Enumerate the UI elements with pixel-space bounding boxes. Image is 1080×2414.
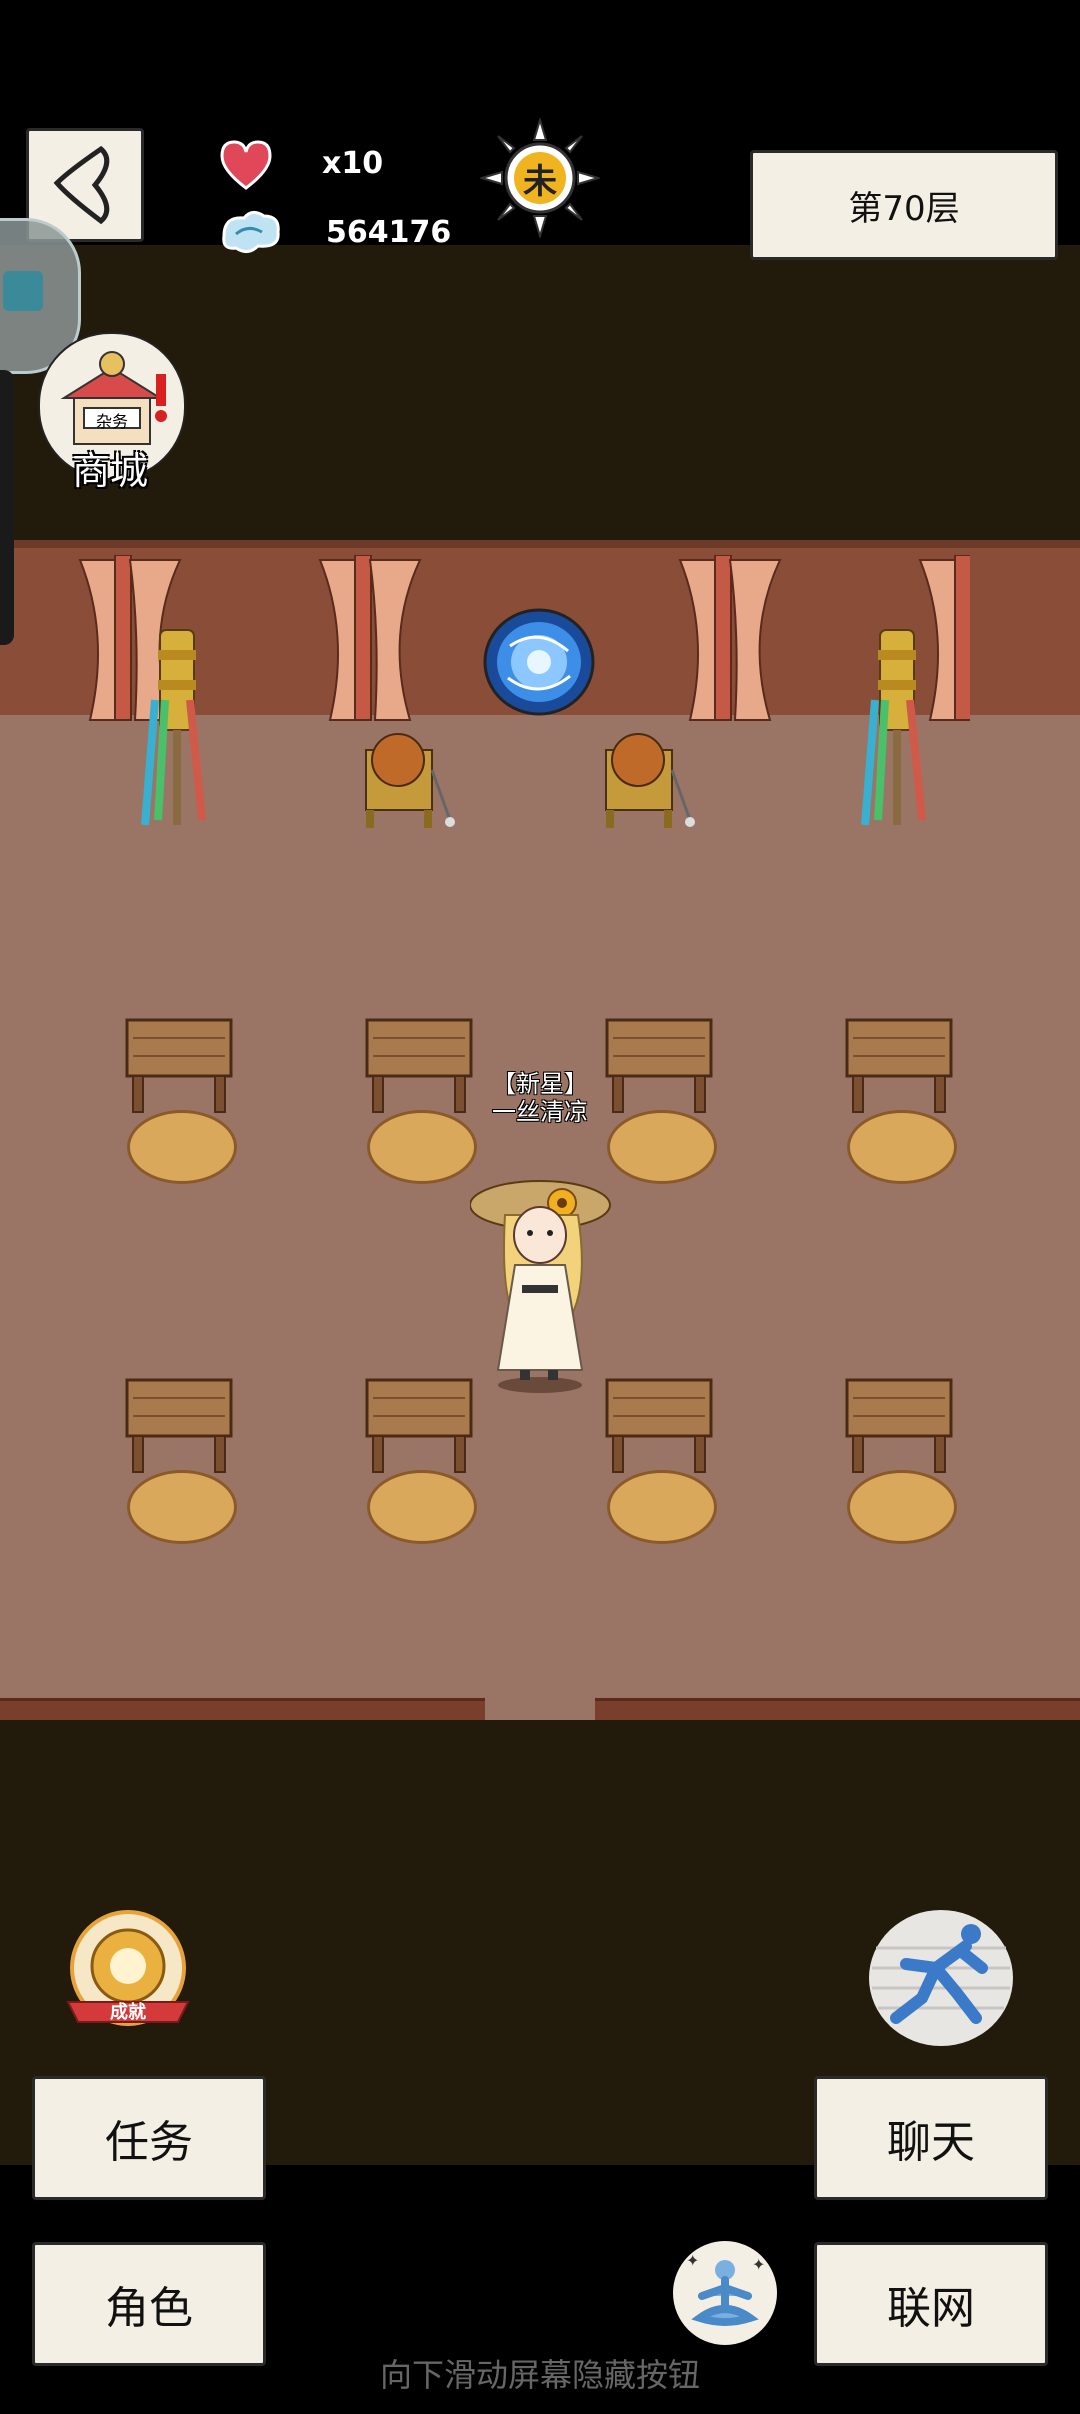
curtain-3 xyxy=(678,555,782,721)
low-table-5[interactable] xyxy=(125,1378,233,1476)
time-symbol: 未 xyxy=(523,162,557,202)
meditation-cushion-6[interactable] xyxy=(367,1470,477,1544)
prayer-wheel-left-icon xyxy=(141,629,206,826)
meditation-cushion-1[interactable] xyxy=(127,1110,237,1184)
svg-text:✦: ✦ xyxy=(752,2255,765,2274)
character-button[interactable]: 角色 xyxy=(32,2242,266,2366)
lives-count: x10 xyxy=(322,146,384,181)
assistant-icon xyxy=(3,271,43,311)
cloud-currency-icon xyxy=(222,211,280,253)
player-character[interactable] xyxy=(470,1175,630,1395)
currency-count: 564176 xyxy=(326,215,452,250)
character-title: 【新星】 xyxy=(492,1070,588,1098)
low-table-6[interactable] xyxy=(365,1378,473,1476)
curtain-2 xyxy=(318,555,422,721)
shop-button[interactable]: 杂务 商城 xyxy=(38,332,186,493)
meditation-button[interactable]: ✦ ✦ xyxy=(672,2240,778,2346)
floor-level-button[interactable]: 第70层 xyxy=(750,150,1058,260)
chat-button[interactable]: 聊天 xyxy=(814,2076,1048,2200)
low-table-8[interactable] xyxy=(845,1378,953,1476)
meditation-cushion-8[interactable] xyxy=(847,1470,957,1544)
throne-chair-right-icon[interactable] xyxy=(600,730,696,830)
meditation-figure-icon: ✦ ✦ xyxy=(673,2241,777,2345)
svg-text:✦: ✦ xyxy=(686,2251,699,2270)
time-sun-icon: 未 xyxy=(478,116,602,240)
character-name-tag: 【新星】 一丝清凉 xyxy=(470,1070,610,1126)
shop-label: 商城 xyxy=(71,449,148,493)
meditation-cushion-3[interactable] xyxy=(607,1110,717,1184)
heart-icon xyxy=(220,140,272,190)
achievement-label: 成就 xyxy=(110,2002,146,2023)
meditation-cushion-2[interactable] xyxy=(367,1110,477,1184)
meditation-cushion-7[interactable] xyxy=(607,1470,717,1544)
meditation-cushion-4[interactable] xyxy=(847,1110,957,1184)
low-table-1[interactable] xyxy=(125,1018,233,1116)
hide-buttons-hint: 向下滑动屏幕隐藏按钮 xyxy=(379,2356,700,2394)
side-edge-strip xyxy=(0,370,14,645)
meditation-cushion-5[interactable] xyxy=(127,1470,237,1544)
low-table-3[interactable] xyxy=(605,1018,713,1116)
achievement-button[interactable]: 成就 xyxy=(62,1910,194,2038)
low-table-4[interactable] xyxy=(845,1018,953,1116)
throne-chair-left-icon[interactable] xyxy=(360,730,456,830)
character-name: 一丝清凉 xyxy=(492,1098,588,1126)
sprint-button[interactable] xyxy=(866,1908,1016,2048)
shop-sign-text: 杂务 xyxy=(95,412,128,431)
tasks-button[interactable]: 任务 xyxy=(32,2076,266,2200)
portal-icon[interactable] xyxy=(480,606,598,718)
running-figure-icon xyxy=(869,1910,1013,2046)
low-table-2[interactable] xyxy=(365,1018,473,1116)
prayer-wheel-right-icon xyxy=(861,629,926,826)
network-button[interactable]: 联网 xyxy=(814,2242,1048,2366)
